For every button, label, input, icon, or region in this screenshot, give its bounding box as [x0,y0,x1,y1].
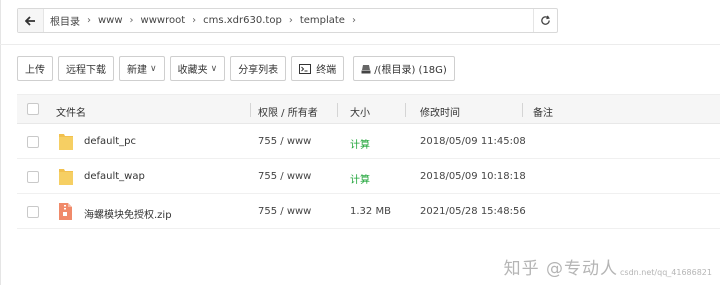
breadcrumb-item-template[interactable]: template [300,15,345,26]
favorites-label: 收藏夹 [177,65,208,76]
folder-icon [59,134,73,150]
file-perm[interactable]: 755 / www [258,171,311,182]
column-header-mtime[interactable]: 修改时间 [420,104,460,119]
calc-size-link[interactable]: 计算 [350,171,370,186]
column-separator [250,103,251,117]
remote-download-button[interactable]: 远程下载 [58,56,114,81]
table-row[interactable]: default_wap 755 / www 计算 2018/05/09 10:1… [17,160,720,194]
chevron-right-icon: › [288,15,293,26]
chevron-right-icon: › [192,15,197,26]
file-size: 1.32 MB [350,206,391,217]
back-button[interactable] [18,9,44,32]
file-mtime: 2021/05/28 15:48:56 [420,206,526,217]
file-name[interactable]: 海螺模块免授权.zip [84,206,172,221]
file-mtime: 2018/05/09 10:18:18 [420,171,526,182]
new-button[interactable]: 新建 ∨ [119,56,165,81]
share-list-label: 分享列表 [238,65,279,76]
table-row[interactable]: default_pc 755 / www 计算 2018/05/09 11:45… [17,125,720,159]
table-header: 文件名 权限 / 所有者 大小 修改时间 备注 [17,94,720,124]
terminal-button[interactable]: 终端 [291,56,345,81]
disk-icon [361,64,371,73]
file-perm[interactable]: 755 / www [258,206,311,217]
disk-button[interactable]: /(根目录) (18G) [353,56,455,81]
breadcrumb-item-wwwroot[interactable]: wwwroot [141,15,186,26]
table-row[interactable]: 海螺模块免授权.zip 755 / www 1.32 MB 2021/05/28… [17,195,720,229]
upload-label: 上传 [25,65,45,76]
refresh-button[interactable] [533,9,557,32]
file-name[interactable]: default_wap [84,171,145,182]
watermark-main: 知乎 @专动人 [503,259,619,279]
breadcrumb-item-www[interactable]: www [98,15,123,26]
chevron-right-icon: › [129,15,134,26]
new-label: 新建 [127,65,147,76]
remote-download-label: 远程下载 [66,65,106,76]
upload-button[interactable]: 上传 [17,56,53,81]
file-name[interactable]: default_pc [84,136,136,147]
row-checkbox[interactable] [27,206,39,218]
column-separator [522,103,523,117]
chevron-down-icon: ∨ [150,63,157,74]
column-header-name[interactable]: 文件名 [56,104,86,119]
watermark: 知乎 @专动人 csdn.net/qq_41686821 [504,254,712,279]
column-header-size[interactable]: 大小 [350,104,370,119]
chevron-right-icon: › [351,15,356,26]
divider [0,44,720,45]
column-header-note: 备注 [533,108,553,119]
arrow-left-icon [25,15,35,26]
terminal-icon [299,63,312,74]
file-perm[interactable]: 755 / www [258,136,311,147]
file-mtime: 2018/05/09 11:45:08 [420,136,526,147]
terminal-label: 终端 [316,65,337,76]
column-separator [405,103,406,117]
disk-label: /(根目录) (18G) [374,65,447,76]
watermark-sub: csdn.net/qq_41686821 [620,268,712,277]
favorites-button[interactable]: 收藏夹 ∨ [169,56,226,81]
refresh-icon [541,15,550,25]
path-bar: 根目录 › www › wwwroot › cms.xdr630.top › t… [17,8,558,33]
breadcrumb-item-root[interactable]: 根目录 [50,13,80,28]
breadcrumb-item-site[interactable]: cms.xdr630.top [203,15,282,26]
chevron-right-icon: › [87,15,91,26]
select-all-checkbox[interactable] [27,103,39,115]
breadcrumb: 根目录 › www › wwwroot › cms.xdr630.top › t… [44,9,533,32]
share-list-button[interactable]: 分享列表 [230,56,287,81]
calc-size-link[interactable]: 计算 [350,136,370,151]
toolbar: 上传 远程下载 新建 ∨ 收藏夹 ∨ 分享列表 终端 /(根目录) (18G) [17,56,460,81]
folder-icon [59,169,73,185]
chevron-down-icon: ∨ [210,63,218,74]
left-border [0,0,1,285]
row-checkbox[interactable] [27,136,39,148]
column-header-perm[interactable]: 权限 / 所有者 [258,104,318,119]
zip-file-icon [59,203,72,220]
row-checkbox[interactable] [27,171,39,183]
column-separator [337,103,338,117]
